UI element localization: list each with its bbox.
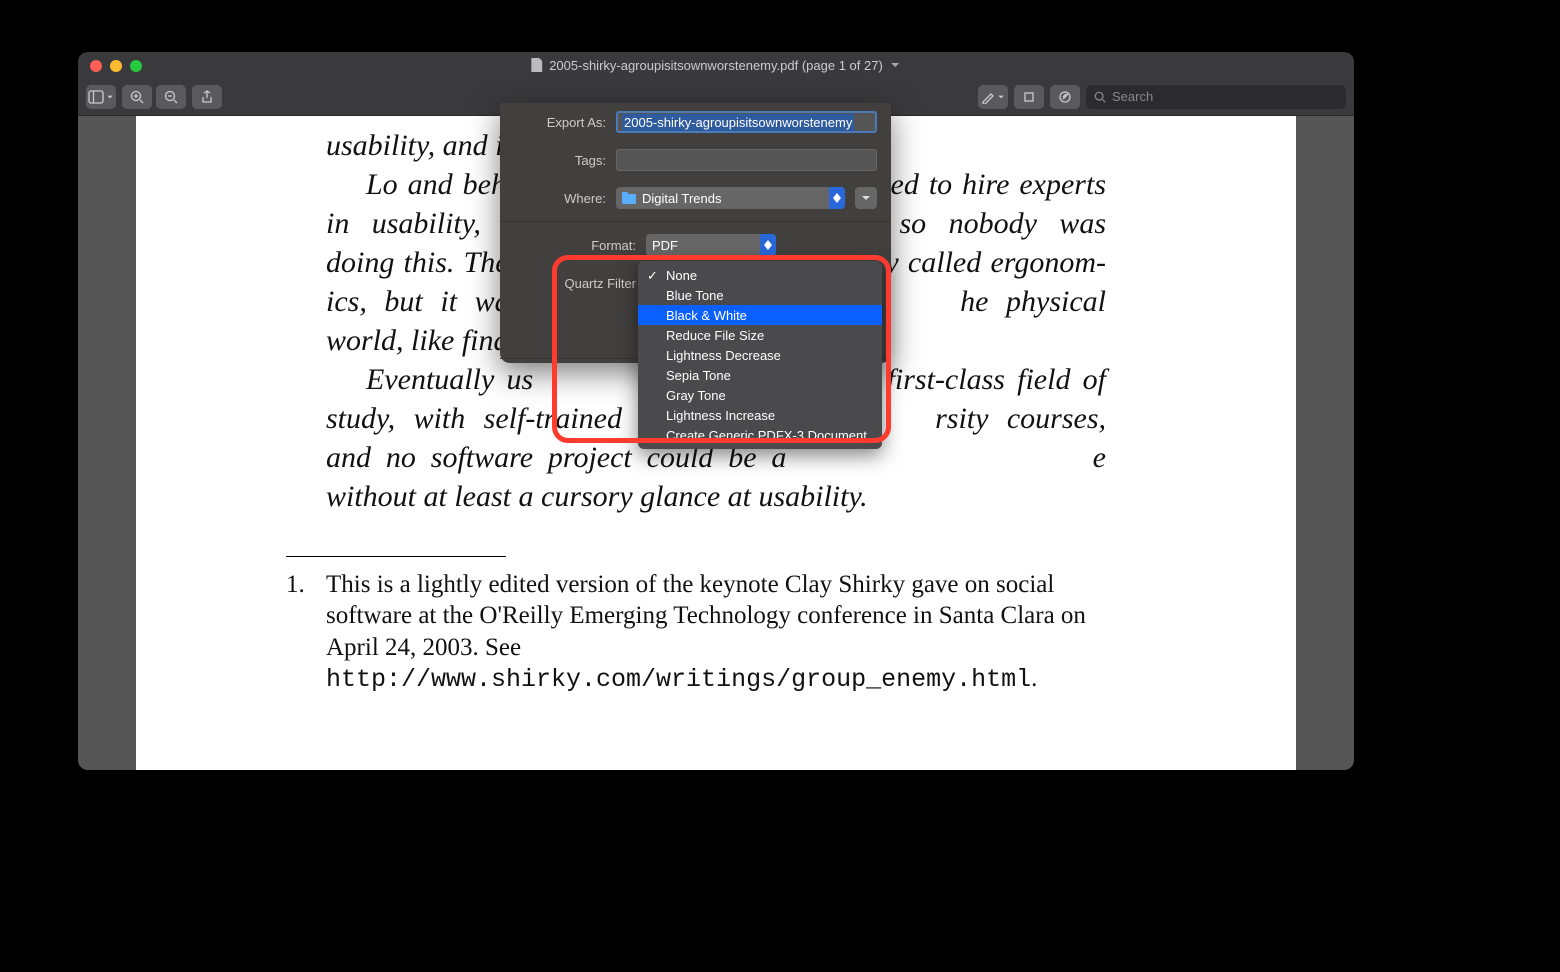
format-label: Format: [560,238,636,253]
document-icon [531,58,543,72]
quartz-filter-option[interactable]: Black & White [638,305,882,325]
folder-icon [622,192,636,204]
markup-button[interactable] [978,85,1008,109]
quartz-filter-option[interactable]: Lightness Decrease [638,345,882,365]
footnote-text: This is a lightly edited version of the … [326,569,1106,695]
zoom-window-button[interactable] [130,60,142,72]
where-select[interactable]: Digital Trends [616,187,845,209]
minimize-window-button[interactable] [110,60,122,72]
title-text: 2005-shirky-agroupisitsownworstenemy.pdf… [549,58,883,73]
footnote-rule [286,556,506,557]
titlebar: 2005-shirky-agroupisitsownworstenemy.pdf… [78,52,1354,78]
close-window-button[interactable] [90,60,102,72]
traffic-lights [90,60,142,72]
footnote-url: http://www.shirky.com/writings/group_ene… [326,665,1031,694]
highlight-button[interactable] [1050,85,1080,109]
chevron-down-icon [889,58,901,72]
export-as-field[interactable]: 2005-shirky-agroupisitsownworstenemy [616,111,877,133]
quartz-filter-option[interactable]: Blue Tone [638,285,882,305]
search-placeholder: Search [1112,89,1153,104]
tags-field[interactable] [616,149,877,171]
expand-where-button[interactable] [855,187,877,209]
quartz-filter-option[interactable]: Gray Tone [638,385,882,405]
tags-label: Tags: [514,153,606,168]
quartz-filter-option[interactable]: Create Generic PDFX-3 Document [638,425,882,445]
body-text-fragment: Eventually us [366,363,533,396]
body-text-fragment: usability, and it i [326,129,528,162]
format-value: PDF [652,238,678,253]
footnote-number: 1. [286,569,308,695]
share-button[interactable] [192,85,222,109]
where-value: Digital Trends [642,191,721,206]
chevron-down-icon [106,93,114,101]
rotate-button[interactable] [1014,85,1044,109]
chevron-down-icon [997,93,1005,101]
quartz-filter-option[interactable]: Lightness Increase [638,405,882,425]
chevron-down-icon [860,192,872,204]
window-title[interactable]: 2005-shirky-agroupisitsownworstenemy.pdf… [531,58,901,73]
export-as-label: Export As: [514,115,606,130]
zoom-out-button[interactable] [156,85,186,109]
quartz-filter-option[interactable]: Sepia Tone [638,365,882,385]
where-label: Where: [514,191,606,206]
quartz-filter-option[interactable]: None [638,265,882,285]
search-field[interactable]: Search [1086,85,1346,109]
stepper-icon [760,234,776,256]
quartz-filter-option[interactable]: Reduce File Size [638,325,882,345]
quartz-filter-label: Quartz Filter [560,276,636,291]
format-select[interactable]: PDF [646,234,776,256]
footnote: 1. This is a lightly edited version of t… [286,569,1106,695]
stepper-icon [829,187,845,209]
sidebar-toggle-button[interactable] [86,85,116,109]
search-icon [1094,91,1106,103]
zoom-in-button[interactable] [122,85,152,109]
quartz-filter-dropdown: NoneBlue ToneBlack & WhiteReduce File Si… [638,261,882,449]
